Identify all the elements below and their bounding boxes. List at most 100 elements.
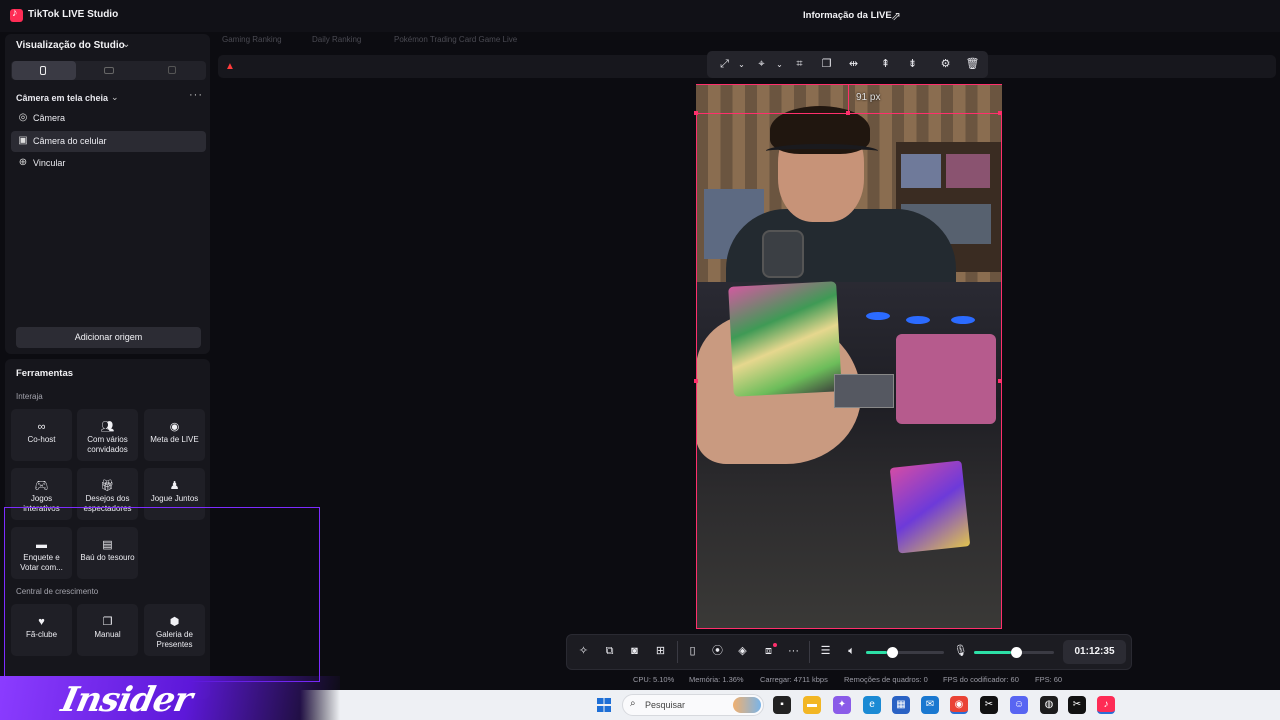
stat-memory: Memória: 1.36% (689, 675, 744, 684)
gamepad-icon: 🎮︎ (34, 480, 49, 492)
divider (809, 641, 810, 663)
tile-label: Jogue Juntos (150, 494, 199, 503)
landscape-mode-button[interactable] (76, 61, 140, 80)
tiktok-logo-icon (10, 7, 23, 22)
flip-icon[interactable]: ⇹ (846, 57, 861, 72)
resize-handle[interactable] (998, 379, 1002, 383)
dual-mode-button[interactable] (140, 61, 204, 80)
source-item-link[interactable]: ⊕ Vincular (11, 153, 206, 174)
stat-fps: FPS: 60 (1035, 675, 1063, 684)
discord-icon[interactable]: ☺ (1010, 696, 1028, 714)
mic-knob[interactable] (1010, 647, 1022, 658)
crop-icon[interactable]: ⌗ (792, 57, 807, 72)
overlay-frame (4, 507, 320, 682)
stat-dropped-frames: Remoções de quadros: 0 (844, 675, 928, 684)
tools-title: Ferramentas (16, 368, 74, 379)
speaker-icon[interactable]: 🔈︎ (844, 644, 859, 659)
store-icon[interactable]: ▦ (892, 696, 910, 714)
add-source-button[interactable]: Adicionar origem (16, 327, 201, 348)
duplicate-icon[interactable]: ❐ (819, 57, 834, 72)
scene-selector[interactable]: Câmera em tela cheia (16, 93, 108, 103)
warning-icon[interactable]: ▲ (225, 61, 235, 72)
capcut-icon[interactable]: ✂ (980, 696, 998, 714)
obs-icon[interactable]: ◍ (1040, 696, 1058, 714)
live-info-link[interactable]: Informação da LIVE (803, 10, 892, 21)
chevron-down-icon[interactable]: ⌄ (772, 57, 787, 72)
tile-label: Co-host (27, 435, 56, 444)
ranking-category[interactable]: Pokémon Trading Card Game Live (394, 35, 517, 44)
delete-icon[interactable]: 🗑︎ (965, 57, 980, 72)
chevron-down-icon[interactable]: ⌄ (111, 92, 119, 103)
tiktok-live-studio-icon[interactable]: ♪ (1097, 696, 1115, 714)
send-backward-icon[interactable]: ⇟ (905, 57, 920, 72)
camera-capture-icon[interactable]: ◙ (627, 644, 642, 659)
portrait-icon (40, 66, 46, 75)
tool-live-goal[interactable]: ◉ Meta de LIVE (144, 409, 205, 461)
divider (677, 641, 678, 663)
mixer-icon[interactable]: ☰ (818, 644, 833, 659)
ranking-gaming[interactable]: Gaming Ranking (222, 35, 282, 44)
edge-icon[interactable]: e (863, 696, 881, 714)
camera-icon: ◎ (18, 112, 28, 123)
stat-encoder-fps: FPS do codificador: 60 (943, 675, 1019, 684)
resize-handle[interactable] (694, 379, 698, 383)
live-timer: 01:12:35 (1063, 640, 1126, 664)
stat-cpu: CPU: 5.10% (633, 675, 675, 684)
mail-icon[interactable]: ✉ (921, 696, 939, 714)
sources-panel (5, 34, 210, 354)
tile-label: Meta de LIVE (150, 435, 199, 444)
file-explorer-icon[interactable]: ▬ (803, 696, 821, 714)
fit-screen-icon[interactable]: ⤢ (717, 57, 732, 72)
app-title: TikTok LIVE Studio (28, 9, 119, 20)
more-options-icon[interactable]: ··· (189, 89, 203, 101)
resize-handle[interactable] (694, 111, 698, 115)
notification-dot (773, 643, 777, 647)
capcut-alt-icon[interactable]: ✂ (1068, 696, 1086, 714)
volume-knob[interactable] (886, 647, 898, 658)
microphone-icon[interactable]: 🎙︎ (953, 644, 968, 659)
chrome-icon[interactable]: ◉ (950, 696, 968, 714)
gift-icon: 🎁︎ (100, 480, 115, 492)
record-icon[interactable]: ⦿ (710, 644, 725, 659)
brand-logo: Insider (57, 680, 196, 720)
bring-forward-icon[interactable]: ⇞ (878, 57, 893, 72)
copilot-icon[interactable]: ✦ (833, 696, 851, 714)
ranking-daily[interactable]: Daily Ranking (312, 35, 361, 44)
studio-view-title[interactable]: Visualização do Studio (16, 40, 125, 51)
selection-top-edge (696, 84, 1002, 85)
screen-share-icon[interactable]: ⧉ (602, 644, 617, 659)
distance-readout: 91 px (856, 92, 881, 103)
globe-link-icon: ⊕ (18, 157, 28, 168)
windows-start-icon[interactable] (597, 698, 611, 712)
tool-cohost[interactable]: ∞ Co-host (11, 409, 72, 461)
search-icon: ⌕ (630, 698, 636, 709)
resize-handle[interactable] (998, 111, 1002, 115)
phone-camera-icon: ▣ (18, 135, 28, 146)
source-label: Câmera do celular (33, 136, 107, 146)
settings-icon[interactable]: ⚙ (938, 57, 953, 72)
magic-wand-icon[interactable]: ✧ (576, 644, 591, 659)
joystick-icon: ♟ (169, 480, 180, 492)
source-item-camera[interactable]: ◎ Câmera (11, 108, 206, 129)
dual-layout-icon (168, 66, 176, 74)
phone-icon[interactable]: ▯ (685, 644, 700, 659)
search-placeholder: Pesquisar (645, 700, 686, 710)
task-view-icon[interactable]: ▪ (773, 696, 791, 714)
add-media-icon[interactable]: ⊞ (653, 644, 668, 659)
share-icon[interactable]: ⇗ (891, 9, 905, 23)
stat-upload: Carregar: 4711 kbps (760, 675, 828, 684)
tool-multi-guest[interactable]: 👥︎ Com vários convidados (77, 409, 138, 461)
center-icon[interactable]: ⌖ (754, 57, 769, 72)
source-item-phone-camera[interactable]: ▣ Câmera do celular (11, 131, 206, 152)
portrait-mode-button[interactable] (12, 61, 76, 80)
chevron-down-icon[interactable]: ⌄ (122, 39, 130, 50)
chevron-down-icon[interactable]: ⌄ (734, 57, 749, 72)
capture-icon[interactable]: ◈ (735, 644, 750, 659)
landscape-icon (104, 67, 114, 74)
selection-frame[interactable] (696, 113, 1002, 629)
target-icon: ◉ (169, 421, 180, 433)
taskbar-edge (300, 690, 340, 720)
resize-handle[interactable] (846, 111, 850, 115)
more-icon[interactable]: ··· (786, 644, 801, 659)
section-label-interact: Interaja (16, 392, 43, 401)
